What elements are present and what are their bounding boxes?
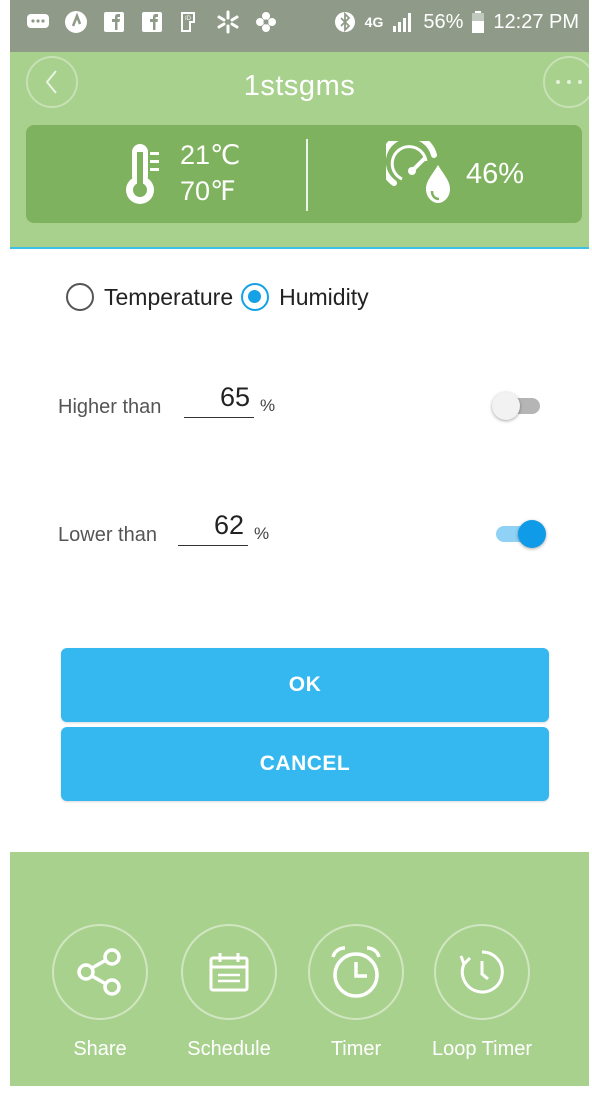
- lower-label: Lower than: [58, 524, 157, 546]
- signal-icon: [391, 10, 415, 34]
- loop-timer-tool[interactable]: Loop Timer: [412, 924, 552, 1061]
- radio-humidity[interactable]: [241, 283, 270, 311]
- share-icon: [77, 948, 121, 996]
- timer-tool[interactable]: Timer: [286, 924, 426, 1061]
- app-screen: ID 4G 56% 12:27 PM 1stsgms 21℃ 70℉ 46% T…: [10, 0, 589, 1086]
- facebook-icon-2: [140, 10, 164, 34]
- sensor-readings-card: 21℃ 70℉ 46%: [26, 125, 582, 223]
- card-divider: [306, 139, 308, 211]
- mode-label-temperature: Temperature: [104, 283, 234, 310]
- mode-selector: Temperature Humidity: [66, 283, 369, 311]
- mode-option-humidity[interactable]: Humidity: [241, 283, 369, 311]
- system-status: 4G 56% 12:27 PM: [333, 10, 579, 34]
- mode-label-humidity: Humidity: [279, 283, 369, 310]
- lower-threshold-row: Lower than 62 %: [58, 506, 548, 566]
- walmart-icon: [216, 10, 240, 34]
- lower-value-input[interactable]: 62: [178, 510, 248, 546]
- share-button[interactable]: [52, 924, 148, 1020]
- share-label: Share: [73, 1038, 127, 1060]
- ok-button[interactable]: OK: [61, 648, 549, 722]
- music-app-icon: [64, 10, 88, 34]
- radio-temperature[interactable]: [66, 283, 94, 311]
- temperature-celsius: 21℃: [180, 140, 241, 170]
- higher-value-input[interactable]: 65: [184, 382, 254, 418]
- schedule-label: Schedule: [187, 1038, 271, 1060]
- schedule-tool[interactable]: Schedule: [159, 924, 299, 1061]
- schedule-button[interactable]: [181, 924, 277, 1020]
- lower-toggle[interactable]: [492, 518, 548, 548]
- network-type: 4G: [364, 14, 384, 30]
- thermometer-icon: [126, 144, 159, 204]
- alarm-clock-icon: [331, 946, 381, 998]
- clock: 12:27 PM: [493, 10, 579, 33]
- device-header: 1stsgms 21℃ 70℉ 46%: [10, 52, 589, 249]
- status-bar: ID 4G 56% 12:27 PM: [10, 0, 589, 52]
- loop-timer-icon: [459, 950, 504, 994]
- humidity-gauge-icon: [386, 141, 450, 203]
- bluetooth-icon: [333, 10, 357, 34]
- more-dots-icon: [556, 80, 582, 84]
- higher-unit: %: [260, 396, 276, 415]
- id-app-icon: ID: [178, 10, 202, 34]
- higher-toggle-knob: [492, 392, 520, 420]
- lower-toggle-knob: [518, 520, 546, 548]
- share-tool[interactable]: Share: [30, 924, 170, 1061]
- facebook-icon: [102, 10, 126, 34]
- battery-icon: [471, 10, 485, 34]
- mode-option-temperature[interactable]: Temperature: [66, 283, 233, 311]
- svg-text:ID: ID: [185, 16, 192, 22]
- flower-app-icon: [254, 10, 278, 34]
- higher-toggle[interactable]: [492, 390, 548, 420]
- battery-percent: 56%: [423, 10, 464, 33]
- humidity-reading: 46%: [386, 141, 524, 207]
- humidity-value: 46%: [466, 157, 525, 190]
- loop-timer-label: Loop Timer: [431, 1038, 533, 1060]
- loop-timer-button[interactable]: [434, 924, 530, 1020]
- cancel-button[interactable]: CANCEL: [61, 727, 549, 801]
- bottom-toolbar: Share Schedule Timer Loop Timer: [10, 852, 589, 1086]
- higher-threshold-row: Higher than 65 %: [58, 378, 548, 438]
- device-title: 1stsgms: [243, 70, 356, 102]
- more-options-button[interactable]: [543, 56, 589, 108]
- lower-unit: %: [254, 524, 270, 543]
- notification-icons: ID: [26, 10, 278, 34]
- calendar-icon: [209, 953, 249, 992]
- timer-button[interactable]: [308, 924, 404, 1020]
- temperature-reading: 21℃ 70℉: [122, 137, 240, 209]
- timer-label: Timer: [330, 1038, 382, 1060]
- higher-label: Higher than: [58, 396, 162, 418]
- message-icon: [26, 10, 50, 34]
- temperature-fahrenheit: 70℉: [180, 176, 236, 206]
